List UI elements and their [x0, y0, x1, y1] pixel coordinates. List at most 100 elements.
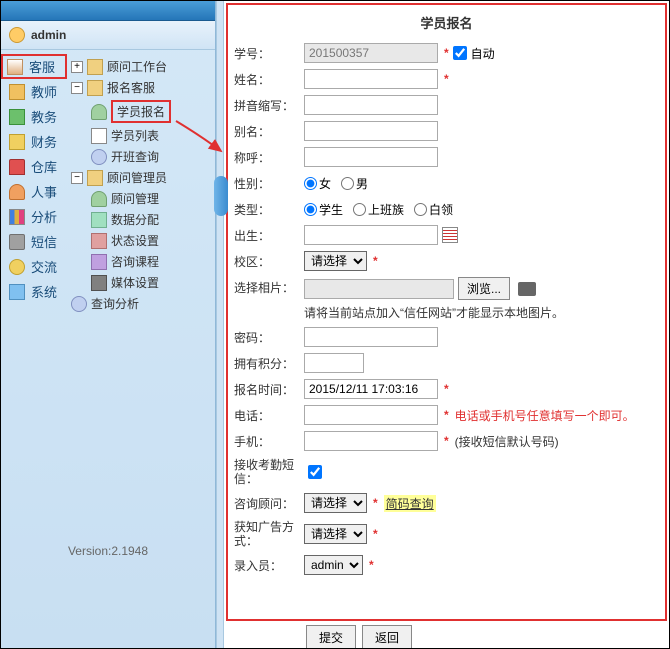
folder-icon [87, 80, 103, 96]
nav-item-chat[interactable]: 交流 [1, 254, 67, 279]
tree-toggle[interactable]: + [71, 61, 83, 73]
nav-item-system[interactable]: 系统 [1, 279, 67, 304]
required-mark: * [373, 496, 378, 510]
required-mark: * [369, 558, 374, 572]
radio-type-whitecollar[interactable]: 白领 [414, 201, 453, 218]
label-campus: 校区： [234, 253, 304, 270]
teacher-icon [9, 84, 25, 100]
input-name[interactable] [304, 69, 438, 89]
warehouse-icon [9, 159, 25, 175]
course-icon [91, 254, 107, 270]
nav-item-finance[interactable]: 财务 [1, 129, 67, 154]
nav-item-teacher[interactable]: 教师 [1, 79, 67, 104]
nav-item-edu[interactable]: 教务 [1, 104, 67, 129]
select-ad-channel[interactable]: 请选择 [304, 524, 367, 544]
split-divider[interactable] [216, 1, 224, 648]
edu-icon [9, 109, 25, 125]
nav-label: 交流 [31, 257, 57, 276]
input-points[interactable] [304, 353, 364, 373]
input-alias[interactable] [304, 121, 438, 141]
submit-button[interactable]: 提交 [306, 625, 356, 648]
tree-item-data-alloc[interactable]: 数据分配 [87, 209, 215, 230]
label-birth: 出生： [234, 227, 304, 244]
camera-icon[interactable] [518, 282, 536, 296]
select-consultant[interactable]: 请选择 [304, 493, 367, 513]
tree-label: 顾问工作台 [107, 58, 167, 75]
label-type: 类型： [234, 201, 304, 218]
divider-handle-icon[interactable] [214, 176, 228, 216]
input-pinyin[interactable] [304, 95, 438, 115]
checkbox-sms-attend[interactable] [308, 465, 322, 479]
input-phone[interactable] [304, 405, 438, 425]
browse-button[interactable]: 浏览... [458, 277, 510, 300]
tree-toggle[interactable]: − [71, 82, 83, 94]
select-entry-by[interactable]: admin [304, 555, 363, 575]
tree-item-query-analysis[interactable]: 查询分析 [67, 293, 215, 314]
tree-item-consult-course[interactable]: 咨询课程 [87, 251, 215, 272]
person-icon [9, 184, 25, 200]
user-box: admin [1, 21, 215, 50]
user-name: admin [31, 28, 66, 42]
tree-label: 学员列表 [111, 127, 159, 144]
tree-item-status-set[interactable]: 状态设置 [87, 230, 215, 251]
nav-item-analysis[interactable]: 分析 [1, 204, 67, 229]
tree-item-media-set[interactable]: 媒体设置 [87, 272, 215, 293]
tree-node-consultant-desk[interactable]: + 顾问工作台 [67, 56, 215, 77]
input-nickname[interactable] [304, 147, 438, 167]
radio-gender-male[interactable]: 男 [341, 175, 368, 192]
label-ad-channel: 获知广告方式： [234, 520, 304, 548]
required-mark: * [444, 46, 449, 60]
hint-phone: 电话或手机号任意填写一个即可。 [455, 407, 635, 424]
nav-item-warehouse[interactable]: 仓库 [1, 154, 67, 179]
label-password: 密码： [234, 329, 304, 346]
tree-toggle[interactable]: − [71, 172, 83, 184]
label-sms-attend: 接收考勤短信： [234, 458, 304, 486]
top-bar [1, 1, 215, 21]
back-button[interactable]: 返回 [362, 625, 412, 648]
tree-item-consultant-mgmt[interactable]: 顾问管理 [87, 188, 215, 209]
input-reg-time[interactable] [304, 379, 438, 399]
system-icon [9, 284, 25, 300]
tree-label: 数据分配 [111, 211, 159, 228]
status-icon [91, 233, 107, 249]
input-password[interactable] [304, 327, 438, 347]
calendar-icon[interactable] [442, 227, 458, 243]
finance-icon [9, 134, 25, 150]
radio-gender-female[interactable]: 女 [304, 175, 331, 192]
radio-type-worker[interactable]: 上班族 [353, 201, 404, 218]
tree-label: 顾问管理员 [107, 169, 167, 186]
list-icon [91, 128, 107, 144]
nav-label: 教务 [31, 107, 57, 126]
input-student-id[interactable] [304, 43, 438, 63]
nav-item-sms[interactable]: 短信 [1, 229, 67, 254]
required-mark: * [444, 434, 449, 448]
simple-query-link[interactable]: 简码查询 [384, 495, 436, 512]
form-title: 学员报名 [234, 9, 659, 40]
required-mark: * [444, 382, 449, 396]
tree-label: 咨询课程 [111, 253, 159, 270]
radio-type-student[interactable]: 学生 [304, 201, 343, 218]
folder-icon [87, 170, 103, 186]
tree-node-reg-cs[interactable]: − 报名客服 [67, 77, 215, 98]
tree-item-student-reg[interactable]: 学员报名 [87, 98, 215, 125]
tree-node-consultant-admin[interactable]: − 顾问管理员 [67, 167, 215, 188]
nav-label: 教师 [31, 82, 57, 101]
nav-item-kefu[interactable]: 客服 [1, 54, 67, 79]
required-mark: * [444, 72, 449, 86]
required-mark: * [444, 408, 449, 422]
input-photo-path[interactable] [304, 279, 454, 299]
checkbox-auto[interactable] [453, 46, 467, 60]
select-campus[interactable]: 请选择 [304, 251, 367, 271]
input-birth[interactable] [304, 225, 438, 245]
tree-label: 学员报名 [111, 100, 171, 123]
version-label: Version:2.1948 [1, 544, 215, 558]
hint-mobile: (接收短信默认号码) [455, 433, 559, 450]
input-mobile[interactable] [304, 431, 438, 451]
nav-item-person[interactable]: 人事 [1, 179, 67, 204]
tree-item-class-query[interactable]: 开班查询 [87, 146, 215, 167]
label-student-id: 学号： [234, 45, 304, 62]
avatar-icon [9, 27, 25, 43]
required-mark: * [373, 527, 378, 541]
label-pinyin: 拼音缩写： [234, 97, 304, 114]
tree-item-student-list[interactable]: 学员列表 [87, 125, 215, 146]
